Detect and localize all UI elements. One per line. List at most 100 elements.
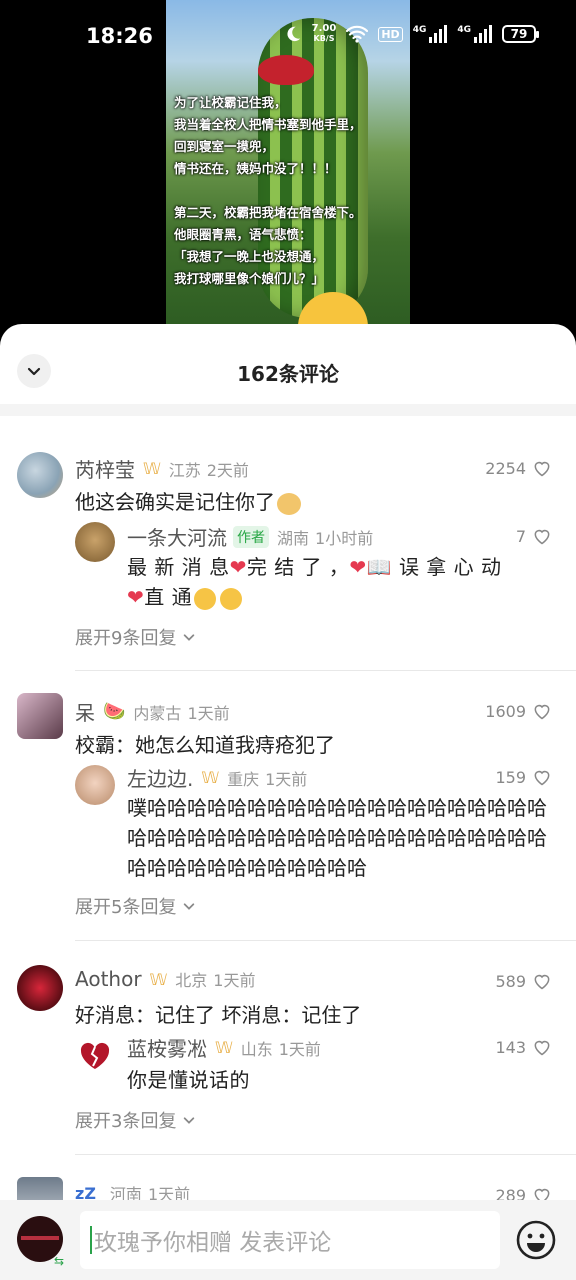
caption-line: 第二天，校霸把我堵在宿舍楼下。 <box>174 205 362 220</box>
battery-icon: 79 <box>502 25 539 43</box>
expand-label: 展开3条回复 <box>75 1111 177 1132</box>
red-heart-icon: ❤ <box>229 555 247 579</box>
emoji-icon[interactable] <box>514 1218 558 1262</box>
avatar[interactable] <box>17 452 63 498</box>
reply-header: 左边边. 𝕎 重庆 1天前 <box>127 763 307 792</box>
comment-input-placeholder: 玫瑰予你相赠 发表评论 <box>94 1230 332 1256</box>
avatar[interactable] <box>17 693 63 739</box>
wifi-icon <box>346 25 369 43</box>
username[interactable]: Aothor <box>75 967 142 991</box>
username[interactable]: 芮梓莹 <box>75 454 135 483</box>
expand-replies-button[interactable]: 展开3条回复 <box>75 1107 196 1133</box>
heart-icon <box>534 1040 550 1056</box>
timestamp: 1天前 <box>265 769 308 789</box>
avatar[interactable] <box>75 765 115 805</box>
network-type: 4G <box>457 25 471 35</box>
laurel-icon: 𝕎 <box>215 1038 233 1057</box>
comment-text-content: 他这会确实是记住你了 <box>75 490 275 514</box>
expand-replies-button[interactable]: 展开9条回复 <box>75 624 196 650</box>
signal-icon: 4G <box>457 25 492 43</box>
comment-header: 芮梓莹 𝕎 江苏 2天前 <box>75 454 249 483</box>
reply-text-part: 最 新 消 息 <box>127 555 230 579</box>
like-button[interactable]: 589 <box>495 971 552 991</box>
comment-header: Aothor 𝕎 北京 1天前 <box>75 967 255 991</box>
like-count: 7 <box>515 526 526 546</box>
red-heart-icon: ❤ <box>349 555 367 579</box>
caption-line: 他眼圈青黑，语气悲愤： <box>174 227 312 242</box>
username[interactable]: 一条大河流 <box>127 522 227 551</box>
signal-icon: 4G <box>413 25 448 43</box>
red-heart-icon: ❤ <box>127 585 145 609</box>
comment-sheet: 162条评论 芮梓莹 𝕎 江苏 2天前 2254 他这会确实是记住你了 一条大河… <box>0 324 576 1280</box>
caption-line: 我打球哪里像个娘们儿？」 <box>174 271 325 286</box>
username[interactable]: 呆 <box>75 697 95 726</box>
timestamp: 1天前 <box>187 703 230 723</box>
network-speed: 7.00 KB/S <box>312 24 337 44</box>
region: 山东 <box>240 1039 273 1059</box>
avatar[interactable] <box>17 965 63 1011</box>
expand-replies-button[interactable]: 展开5条回复 <box>75 893 196 919</box>
reply-header: 一条大河流 作者 湖南 1小时前 <box>127 522 373 551</box>
doge-emoji-icon <box>277 492 301 515</box>
caption-line: 为了让校霸记住我， <box>174 95 287 110</box>
comment-header: 呆 🍉 内蒙古 1天前 <box>75 697 230 726</box>
username[interactable]: 左边边. <box>127 763 193 792</box>
like-button[interactable]: 159 <box>495 767 552 787</box>
broken-heart-icon[interactable] <box>75 1035 115 1075</box>
timestamp: 1天前 <box>278 1039 321 1059</box>
reply-text-part: 直 通 <box>144 585 193 609</box>
reply-text: 最 新 消 息❤完 结 了 ，❤📖 误 拿 心 动 ❤直 通 <box>127 552 547 612</box>
comment-list[interactable]: 芮梓莹 𝕎 江苏 2天前 2254 他这会确实是记住你了 一条大河流 作者 湖南… <box>0 428 576 1223</box>
heart-icon <box>534 704 550 720</box>
smirk-emoji-icon <box>194 587 217 610</box>
username[interactable]: 蓝桉雾凇 <box>127 1033 207 1062</box>
comment-item: 芮梓莹 𝕎 江苏 2天前 2254 他这会确实是记住你了 一条大河流 作者 湖南… <box>17 428 576 671</box>
caption-line: 情书还在，姨妈巾没了！！！ <box>174 161 337 176</box>
reply-text-part: 误 拿 心 动 <box>398 555 502 579</box>
speed-unit: KB/S <box>313 34 335 43</box>
region: 湖南 <box>277 528 310 548</box>
caption-line: 我当着全校人把情书塞到他手里， <box>174 117 362 132</box>
laurel-icon: 𝕎 <box>143 459 161 478</box>
like-button[interactable]: 1609 <box>485 701 552 721</box>
book-icon: 📖 <box>366 555 393 579</box>
smirk-emoji-icon <box>220 587 243 610</box>
region: 内蒙古 <box>133 703 182 723</box>
chevron-down-icon <box>184 1117 195 1124</box>
like-button[interactable]: 2254 <box>485 458 552 478</box>
like-button[interactable]: 7 <box>516 526 552 546</box>
like-button[interactable]: 143 <box>495 1037 552 1057</box>
comment-input-bar: ⇆ 玫瑰予你相赠 发表评论 <box>0 1200 576 1280</box>
text-caret <box>90 1226 92 1254</box>
region: 江苏 <box>168 460 201 480</box>
hd-badge: HD <box>378 26 403 42</box>
comment-text: 他这会确实是记住你了 <box>75 486 301 518</box>
comment-input[interactable]: 玫瑰予你相赠 发表评论 <box>80 1211 500 1269</box>
reply-text: 你是懂说话的 <box>127 1068 250 1092</box>
comment-text: 好消息：记住了 坏消息：记住了 <box>75 1003 362 1027</box>
network-type: 4G <box>412 25 427 35</box>
heart-icon <box>534 461 550 477</box>
like-count: 589 <box>495 971 526 991</box>
region: 北京 <box>175 971 208 990</box>
expand-label: 展开9条回复 <box>75 628 177 649</box>
laurel-icon: 𝕎 <box>149 969 168 989</box>
reply-text: 噗哈哈哈哈哈哈哈哈哈哈哈哈哈哈哈哈哈哈哈哈哈哈哈哈哈哈哈哈哈哈哈哈哈哈哈哈哈哈哈… <box>127 796 547 880</box>
like-count: 2254 <box>485 458 526 478</box>
battery-level: 79 <box>510 27 528 41</box>
swap-icon[interactable]: ⇆ <box>54 1254 64 1268</box>
author-tag: 作者 <box>233 525 269 548</box>
like-count: 143 <box>495 1037 526 1057</box>
status-bar: 18:26 7.00 KB/S HD 4G 4G 79 <box>0 0 576 72</box>
caption-line: 「我想了一晚上也没想通， <box>174 249 325 264</box>
comment-item: Aothor 𝕎 北京 1天前 589 好消息：记住了 坏消息：记住了 蓝桉雾凇… <box>17 941 576 1155</box>
heart-icon <box>534 529 550 545</box>
reply-header: 蓝桉雾凇 𝕎 山东 1天前 <box>127 1033 321 1062</box>
caption-line: 回到寝室一摸兜， <box>174 139 275 154</box>
like-count: 1609 <box>485 701 526 721</box>
like-count: 159 <box>495 767 526 787</box>
video-caption: 为了让校霸记住我， 我当着全校人把情书塞到他手里， 回到寝室一摸兜， 情书还在，… <box>174 92 402 290</box>
sheet-header: 162条评论 <box>0 324 576 416</box>
moon-icon <box>287 26 300 42</box>
avatar[interactable] <box>75 522 115 562</box>
